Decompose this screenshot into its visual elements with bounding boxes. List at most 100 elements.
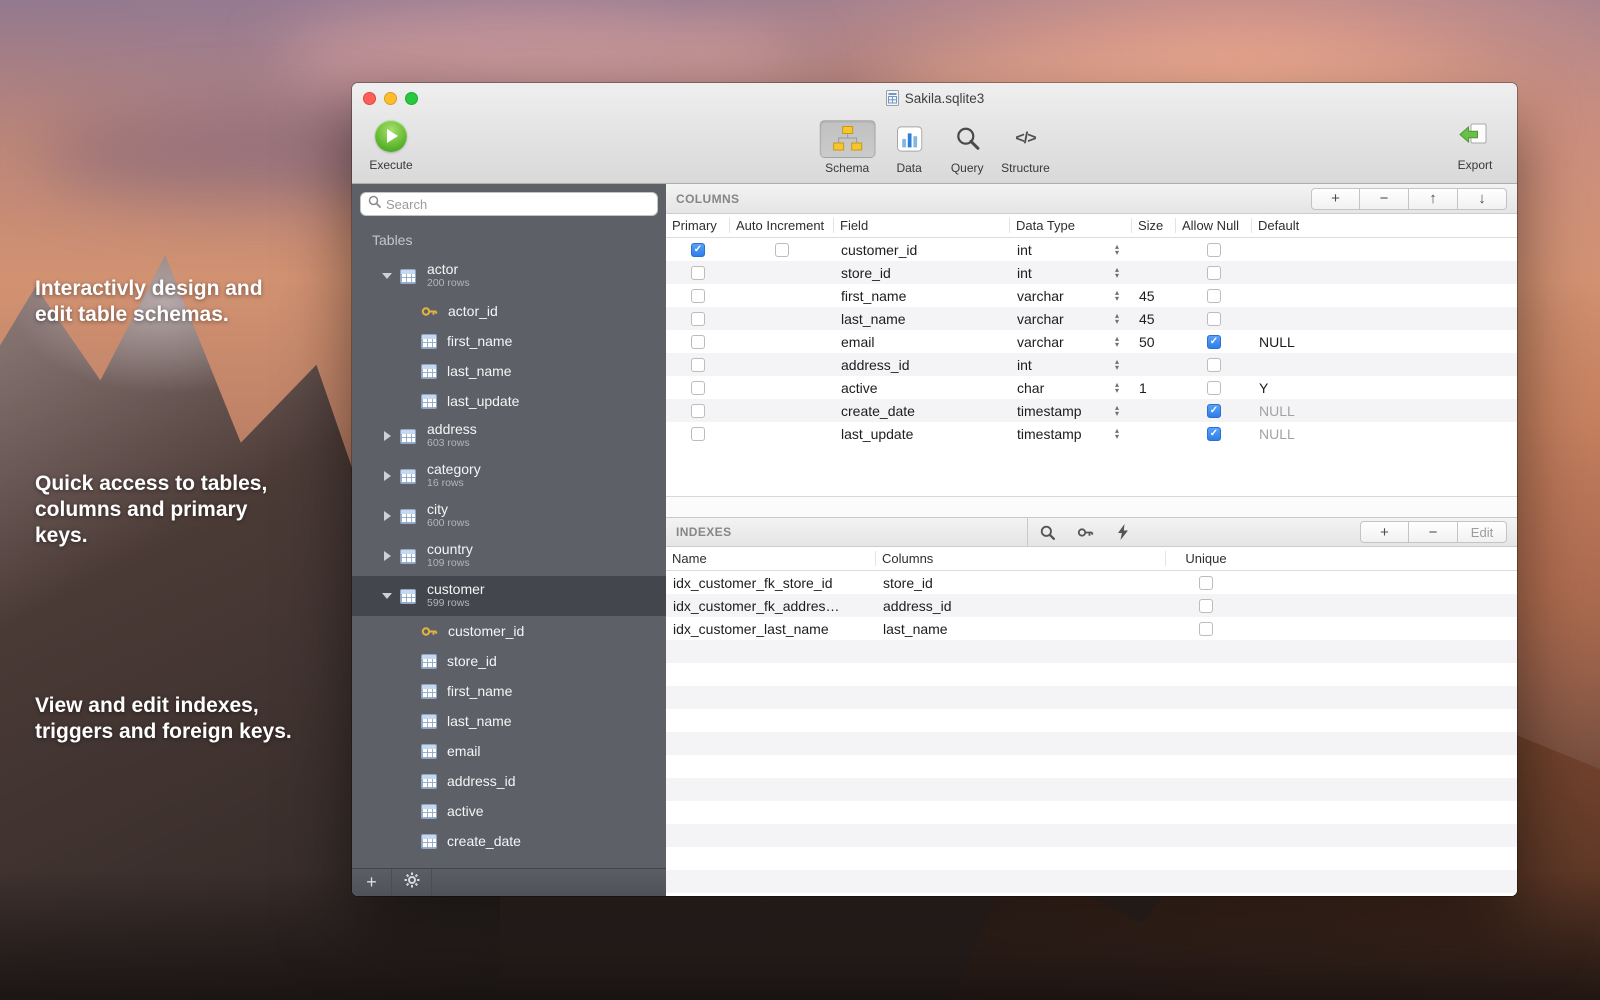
allow-null-checkbox[interactable] (1207, 289, 1221, 303)
allow-null-checkbox[interactable] (1207, 404, 1221, 418)
primary-checkbox[interactable] (691, 266, 705, 280)
remove-index-button[interactable]: − (1409, 521, 1458, 543)
add-index-button[interactable]: + (1360, 521, 1409, 543)
unique-checkbox[interactable] (1199, 576, 1213, 590)
table-item-customer[interactable]: customer599 rows (352, 576, 666, 616)
column-item-email[interactable]: email (352, 736, 666, 766)
primary-checkbox[interactable] (691, 427, 705, 441)
column-row-last_name[interactable]: last_namevarchar▴▾45 (666, 307, 1517, 330)
column-item-first_name[interactable]: first_name (352, 326, 666, 356)
primary-checkbox[interactable] (691, 335, 705, 349)
column-row-address_id[interactable]: address_idint▴▾ (666, 353, 1517, 376)
allow-null-checkbox[interactable] (1207, 381, 1221, 395)
zoom-button[interactable] (405, 92, 418, 105)
allow-null-checkbox[interactable] (1207, 312, 1221, 326)
column-item-last_name[interactable]: last_name (352, 356, 666, 386)
column-row-create_date[interactable]: create_datetimestamp▴▾NULL (666, 399, 1517, 422)
primary-checkbox[interactable] (691, 312, 705, 326)
column-item-customer_id[interactable]: customer_id (352, 616, 666, 646)
allow-null-checkbox[interactable] (1207, 335, 1221, 349)
data-type-stepper[interactable]: ▴▾ (1115, 244, 1119, 255)
column-item-last_update[interactable]: last_update (352, 386, 666, 416)
primary-checkbox[interactable] (691, 243, 705, 257)
remove-column-button[interactable]: − (1360, 188, 1409, 210)
indexes-tab-key-icon[interactable] (1066, 524, 1104, 541)
data-type-stepper[interactable]: ▴▾ (1115, 290, 1119, 301)
columns-filler (666, 445, 1517, 496)
table-item-city[interactable]: city600 rows (352, 496, 666, 536)
edit-index-button[interactable]: Edit (1458, 521, 1507, 543)
indexes-tab-search-icon[interactable] (1028, 525, 1066, 540)
columns-header-default: Default (1252, 218, 1517, 233)
column-item-store_id[interactable]: store_id (352, 646, 666, 676)
titlebar[interactable]: Sakila.sqlite3 (352, 83, 1517, 113)
settings-button[interactable] (392, 869, 432, 896)
minimize-button[interactable] (384, 92, 397, 105)
allow-null-checkbox[interactable] (1207, 266, 1221, 280)
unique-checkbox[interactable] (1199, 599, 1213, 613)
primary-checkbox[interactable] (691, 404, 705, 418)
data-type-stepper[interactable]: ▴▾ (1115, 267, 1119, 278)
default-value (1252, 238, 1517, 261)
index-row-1[interactable]: idx_customer_fk_store_idstore_id (666, 571, 1517, 594)
data-type-stepper[interactable]: ▴▾ (1115, 405, 1119, 416)
disclosure-triangle-icon[interactable] (381, 471, 393, 481)
disclosure-triangle-icon[interactable] (381, 273, 393, 279)
move-column-up-button[interactable]: ↑ (1409, 188, 1458, 210)
primary-checkbox[interactable] (691, 358, 705, 372)
unique-checkbox[interactable] (1199, 622, 1213, 636)
column-item-last_name[interactable]: last_name (352, 706, 666, 736)
data-type-stepper[interactable]: ▴▾ (1115, 428, 1119, 439)
data-type-stepper[interactable]: ▴▾ (1115, 359, 1119, 370)
column-item-first_name[interactable]: first_name (352, 676, 666, 706)
table-item-actor[interactable]: actor200 rows (352, 256, 666, 296)
disclosure-triangle-icon[interactable] (381, 593, 393, 599)
tab-query[interactable]: Query (943, 120, 991, 175)
table-item-country[interactable]: country109 rows (352, 536, 666, 576)
column-item-actor_id[interactable]: actor_id (352, 296, 666, 326)
table-item-category[interactable]: category16 rows (352, 456, 666, 496)
tab-structure[interactable]: </>Structure (1001, 120, 1050, 175)
column-row-active[interactable]: activechar▴▾1Y (666, 376, 1517, 399)
primary-checkbox[interactable] (691, 289, 705, 303)
column-row-last_update[interactable]: last_updatetimestamp▴▾NULL (666, 422, 1517, 445)
column-item-active[interactable]: active (352, 796, 666, 826)
column-row-store_id[interactable]: store_idint▴▾ (666, 261, 1517, 284)
allow-null-checkbox[interactable] (1207, 358, 1221, 372)
tab-schema[interactable]: Schema (819, 120, 875, 175)
column-row-email[interactable]: emailvarchar▴▾50NULL (666, 330, 1517, 353)
tab-data[interactable]: Data (885, 120, 933, 175)
indexes-tab-trigger-icon[interactable] (1104, 524, 1142, 540)
desktop-background: Interactivly design andedit table schema… (0, 0, 1600, 1000)
auto-increment-checkbox[interactable] (775, 243, 789, 257)
move-column-down-button[interactable]: ↓ (1458, 188, 1507, 210)
disclosure-triangle-icon[interactable] (381, 511, 393, 521)
primary-checkbox[interactable] (691, 381, 705, 395)
document-icon (885, 90, 900, 106)
data-type-stepper[interactable]: ▴▾ (1115, 336, 1119, 347)
column-item-address_id[interactable]: address_id (352, 766, 666, 796)
allow-null-checkbox[interactable] (1207, 243, 1221, 257)
export-button[interactable]: Export (1445, 117, 1505, 172)
disclosure-triangle-icon[interactable] (381, 551, 393, 561)
data-type-stepper[interactable]: ▴▾ (1115, 382, 1119, 393)
index-row-2[interactable]: idx_customer_fk_addres…address_id (666, 594, 1517, 617)
allow-null-checkbox[interactable] (1207, 427, 1221, 441)
empty-row (666, 870, 1517, 893)
field-name: email (834, 330, 1010, 353)
disclosure-triangle-icon[interactable] (381, 431, 393, 441)
data-type-stepper[interactable]: ▴▾ (1115, 313, 1119, 324)
execute-button[interactable]: Execute (360, 117, 422, 172)
column-row-customer_id[interactable]: customer_idint▴▾ (666, 238, 1517, 261)
panel-splitter[interactable] (666, 496, 1517, 517)
column-name: last_name (447, 363, 512, 379)
close-button[interactable] (363, 92, 376, 105)
column-item-create_date[interactable]: create_date (352, 826, 666, 856)
add-table-button[interactable]: + (352, 869, 392, 896)
add-column-button[interactable]: + (1311, 188, 1360, 210)
table-item-address[interactable]: address603 rows (352, 416, 666, 456)
search-input[interactable] (386, 197, 650, 212)
column-row-first_name[interactable]: first_namevarchar▴▾45 (666, 284, 1517, 307)
search-box[interactable] (360, 192, 658, 216)
index-row-3[interactable]: idx_customer_last_namelast_name (666, 617, 1517, 640)
